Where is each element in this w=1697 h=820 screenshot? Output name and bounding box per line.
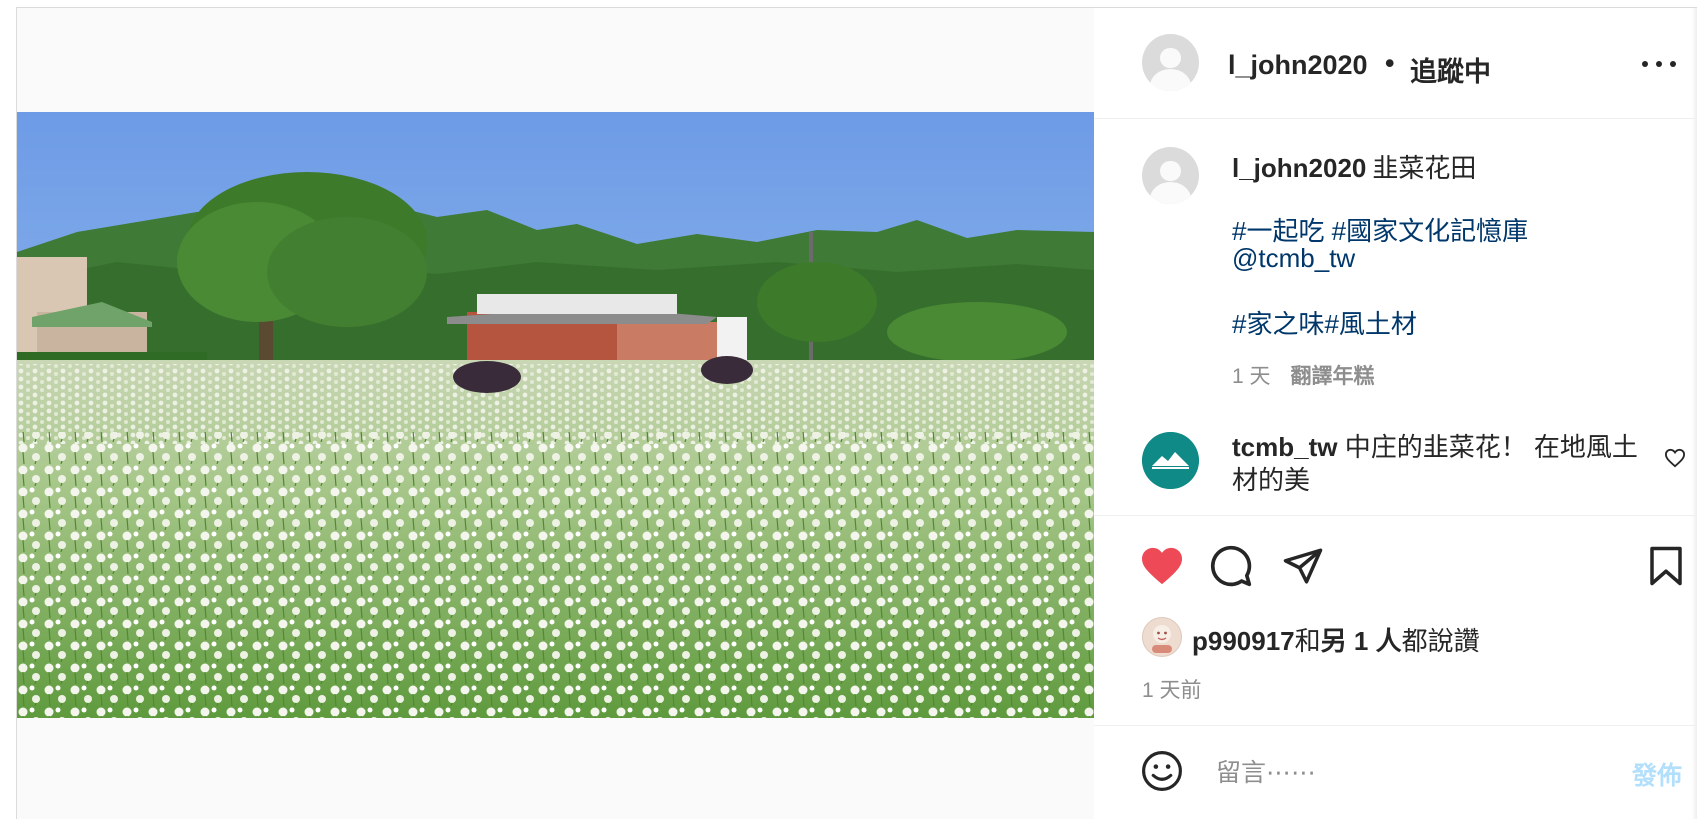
caption-author-avatar[interactable] bbox=[1142, 147, 1199, 204]
following-button[interactable]: 追蹤中 bbox=[1410, 50, 1491, 89]
more-options-icon[interactable] bbox=[1642, 53, 1676, 73]
likes-summary[interactable]: p990917和另 1 人都說讚 bbox=[1192, 621, 1480, 658]
comment-icon[interactable] bbox=[1209, 544, 1253, 588]
author-username[interactable]: l_john2020 bbox=[1228, 50, 1368, 81]
see-translation-link[interactable]: 翻譯年糕 bbox=[1291, 365, 1375, 388]
caption-username[interactable]: l_john2020 bbox=[1232, 153, 1366, 183]
share-send-icon[interactable] bbox=[1281, 545, 1325, 587]
like-heart-icon[interactable] bbox=[1140, 546, 1184, 586]
author-avatar[interactable] bbox=[1142, 34, 1199, 91]
post-timestamp[interactable]: 1 天前 bbox=[1142, 674, 1202, 704]
likes-others[interactable]: 另 1 人 bbox=[1321, 626, 1402, 656]
liker-avatar[interactable] bbox=[1142, 617, 1182, 657]
comment-body: tcmb_tw 中庄的韭菜花！ 在地風土材的美 bbox=[1232, 431, 1652, 497]
comment-composer: 發佈 bbox=[1094, 725, 1697, 820]
liker-avatar-image bbox=[1143, 618, 1181, 656]
liker-username[interactable]: p990917 bbox=[1192, 626, 1295, 656]
comment-input[interactable] bbox=[1214, 752, 1578, 794]
header-separator: • bbox=[1385, 48, 1395, 78]
likes-connector: 和 bbox=[1294, 626, 1321, 656]
tcmb-logo-icon bbox=[1142, 432, 1199, 489]
actions-divider bbox=[1094, 515, 1697, 516]
caption-age: 1 天 bbox=[1232, 365, 1271, 388]
post-modal: l_john2020 • 追蹤中 l_john2020 韭菜花田 #一起吃 #國家… bbox=[16, 7, 1697, 819]
post-photo[interactable] bbox=[17, 112, 1094, 718]
commenter-avatar[interactable] bbox=[1142, 432, 1199, 489]
post-media-area bbox=[17, 8, 1094, 819]
chive-flower-field-photo bbox=[17, 112, 1094, 718]
caption-meta: 1 天翻譯年糕 bbox=[1232, 360, 1375, 390]
post-comment-button[interactable]: 發佈 bbox=[1632, 756, 1682, 792]
caption-mention[interactable]: @tcmb_tw bbox=[1232, 243, 1355, 274]
caption-hashtags-2[interactable]: #家之味#風土材 bbox=[1232, 304, 1417, 341]
caption-line: l_john2020 韭菜花田 bbox=[1232, 148, 1476, 185]
caption-text: 韭菜花田 bbox=[1372, 153, 1477, 183]
likes-suffix: 都說讚 bbox=[1401, 626, 1480, 656]
panel-edge-shadow bbox=[1692, 8, 1697, 819]
commenter-username[interactable]: tcmb_tw bbox=[1232, 432, 1337, 462]
save-bookmark-icon[interactable] bbox=[1647, 545, 1685, 587]
post-side-panel: l_john2020 • 追蹤中 l_john2020 韭菜花田 #一起吃 #國家… bbox=[1094, 8, 1697, 819]
comment-like-heart-icon[interactable] bbox=[1664, 448, 1686, 468]
post-header: l_john2020 • 追蹤中 bbox=[1094, 8, 1697, 119]
emoji-smiley-icon[interactable] bbox=[1141, 750, 1183, 792]
